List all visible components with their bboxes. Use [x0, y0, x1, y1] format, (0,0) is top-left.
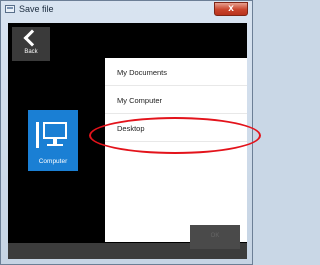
computer-tile[interactable]: Computer: [28, 110, 78, 171]
list-item-desktop[interactable]: Desktop: [105, 114, 247, 142]
chevron-left-icon: [23, 29, 41, 47]
list-item-label: Desktop: [117, 124, 145, 133]
dialog-content: Back Computer My Documents My Computer D…: [8, 23, 247, 259]
list-item-my-documents[interactable]: My Documents: [105, 58, 247, 86]
close-button[interactable]: x: [214, 2, 248, 16]
ok-button[interactable]: OK: [190, 225, 240, 249]
ok-button-label: OK: [210, 233, 220, 239]
title-bar: Save file x: [1, 1, 252, 19]
save-file-window-icon: [5, 5, 15, 13]
back-button[interactable]: Back: [12, 27, 50, 61]
back-label: Back: [24, 49, 38, 55]
list-item-label: My Computer: [117, 96, 163, 105]
computer-tile-label: Computer: [38, 158, 68, 165]
list-item-my-computer[interactable]: My Computer: [105, 86, 247, 114]
location-list: My Documents My Computer Desktop: [105, 58, 247, 242]
list-item-label: My Documents: [117, 68, 168, 77]
monitor-icon: [36, 122, 70, 150]
window-title: Save file: [19, 4, 54, 14]
save-file-dialog: Save file x Back Computer My Documents M…: [0, 0, 261, 265]
